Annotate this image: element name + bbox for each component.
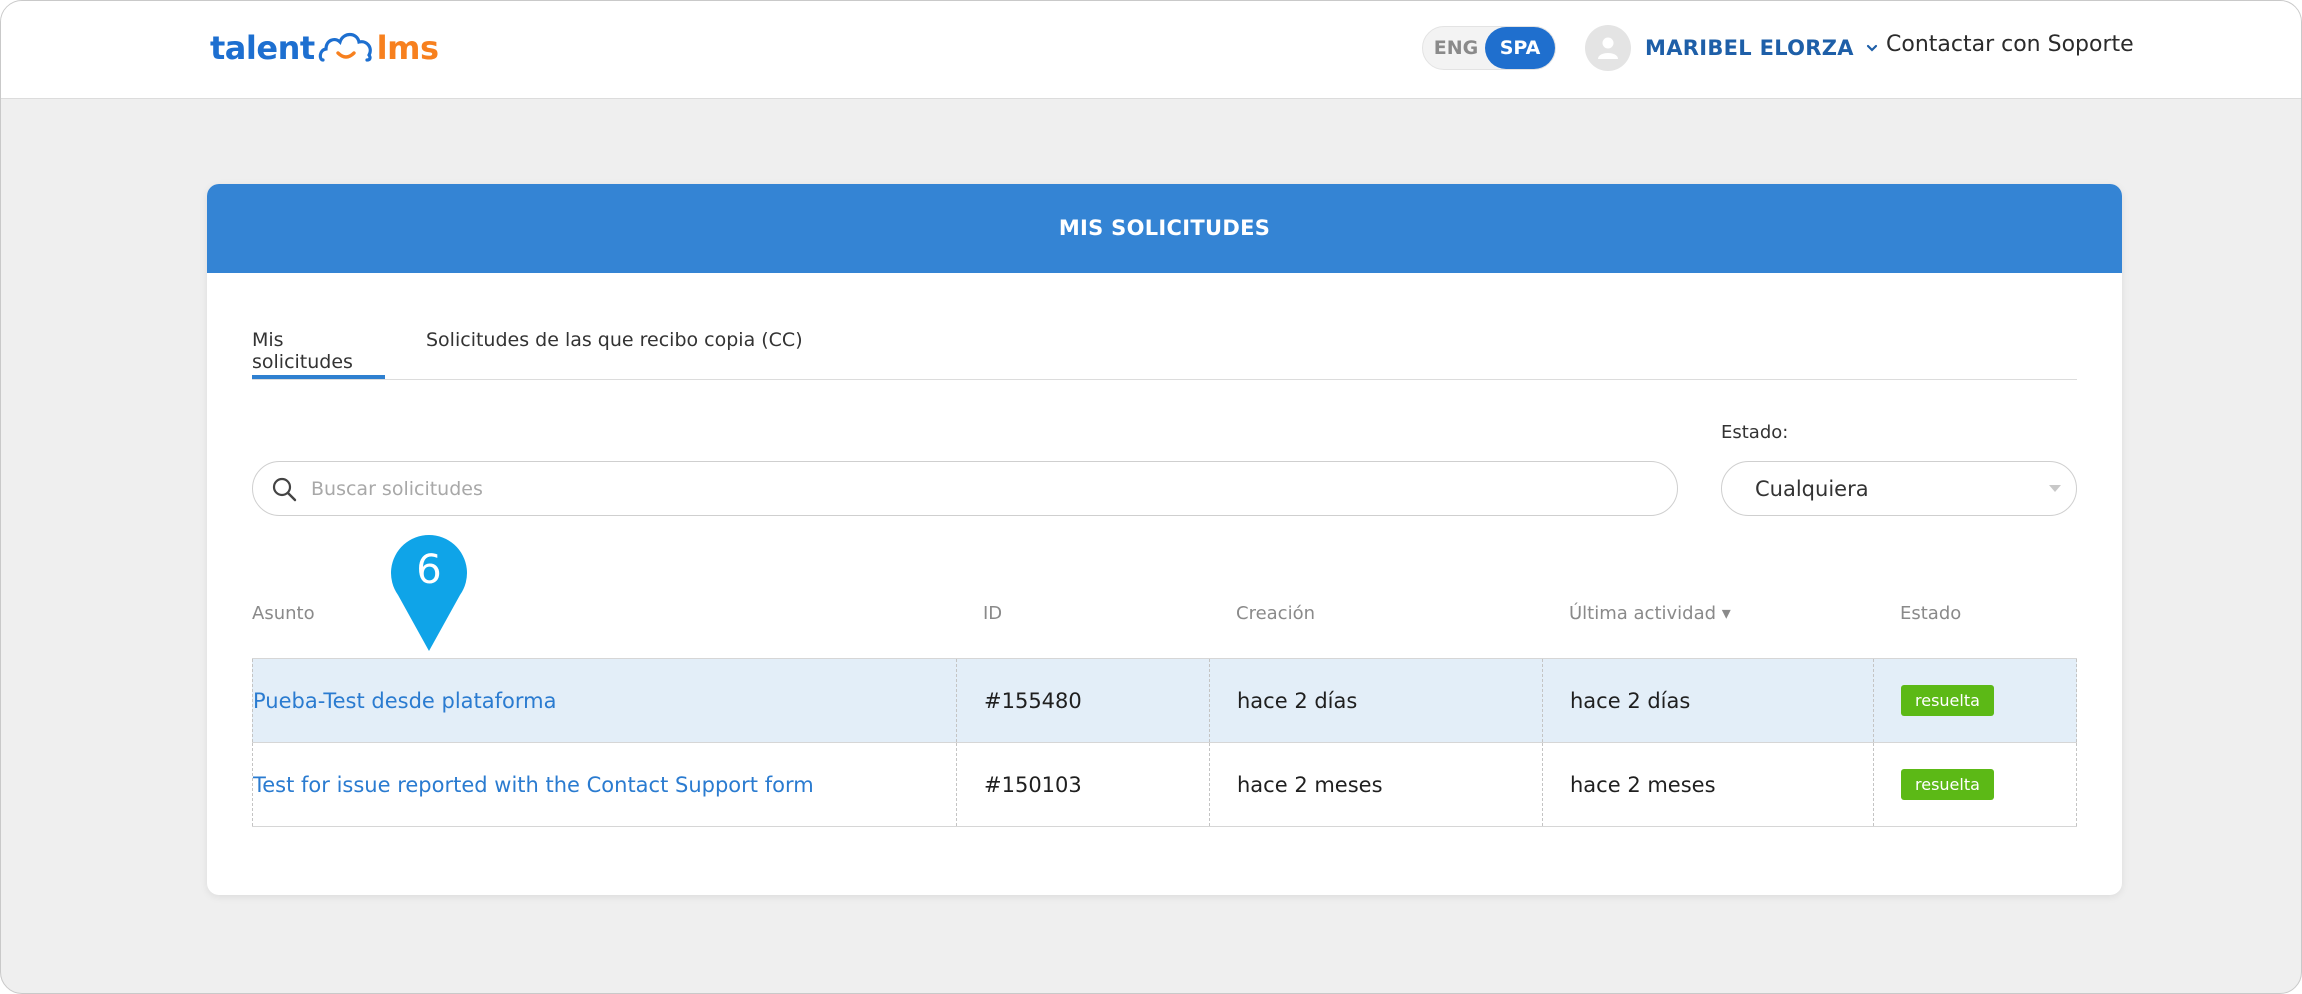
status-select-value: Cualquiera [1755,477,1869,501]
cell-creacion: hace 2 meses [1209,743,1542,826]
tab-cc-requests[interactable]: Solicitudes de las que recibo copia (CC) [426,322,803,379]
logo-text-talent: talent [210,29,315,67]
table-row[interactable]: Test for issue reported with the Contact… [252,742,2077,827]
step-marker-pin: 6 [389,533,469,653]
cell-estado: resuelta [1873,743,2077,826]
cell-estado: resuelta [1873,659,2077,742]
table-header: Asunto ID Creación Última actividad ▾ Es… [252,594,2077,658]
talentlms-logo[interactable]: talent lms [210,23,439,73]
cell-ultima-actividad: hace 2 días [1542,659,1873,742]
lang-option-eng[interactable]: ENG [1423,27,1489,69]
user-menu[interactable]: MARIBEL ELORZA [1585,25,1878,71]
cell-id: #150103 [956,743,1209,826]
search-box[interactable] [252,461,1678,516]
caret-down-icon [2049,485,2061,492]
column-header-estado[interactable]: Estado [1900,603,1961,624]
column-header-creacion[interactable]: Creación [1236,603,1315,624]
status-badge: resuelta [1901,685,1994,716]
app-frame: talent lms ENG SPA MARIBEL ELORZA Contac… [0,0,2302,994]
chevron-down-icon [1866,44,1877,52]
column-header-ultima-actividad[interactable]: Última actividad ▾ [1569,603,1731,624]
column-header-asunto[interactable]: Asunto [252,603,315,624]
contact-support-link[interactable]: Contactar con Soporte [1886,32,2134,57]
tab-my-requests[interactable]: Mis solicitudes [252,322,385,379]
step-marker-number: 6 [416,547,442,593]
cell-asunto: Pueba-Test desde plataforma [252,659,956,742]
cell-ultima-actividad: hace 2 meses [1542,743,1873,826]
language-toggle[interactable]: ENG SPA [1422,26,1556,70]
cell-creacion: hace 2 días [1209,659,1542,742]
top-navigation-bar: talent lms ENG SPA MARIBEL ELORZA Contac… [1,1,2301,99]
status-badge: resuelta [1901,769,1994,800]
requests-tabs: Mis solicitudes Solicitudes de las que r… [252,322,2077,380]
request-subject-link[interactable]: Pueba-Test desde plataforma [253,689,557,713]
cell-id: #155480 [956,659,1209,742]
table-row[interactable]: Pueba-Test desde plataforma #155480 hace… [252,658,2077,742]
lang-option-spa[interactable]: SPA [1485,27,1555,69]
column-header-id[interactable]: ID [983,603,1002,624]
status-select[interactable]: Cualquiera [1721,461,2077,516]
avatar [1585,25,1631,71]
search-input[interactable] [309,476,1613,501]
cell-asunto: Test for issue reported with the Contact… [252,743,956,826]
user-name: MARIBEL ELORZA [1645,36,1854,60]
card-title: MIS SOLICITUDES [207,184,2122,273]
requests-card: MIS SOLICITUDES Mis solicitudes Solicitu… [207,184,2122,895]
search-icon [271,476,297,502]
status-filter-label: Estado: [1721,422,1789,443]
request-subject-link[interactable]: Test for issue reported with the Contact… [253,773,814,797]
cloud-smile-icon [318,32,372,62]
requests-table: Asunto ID Creación Última actividad ▾ Es… [252,594,2077,827]
user-icon [1598,37,1618,59]
logo-text-lms: lms [376,29,439,67]
